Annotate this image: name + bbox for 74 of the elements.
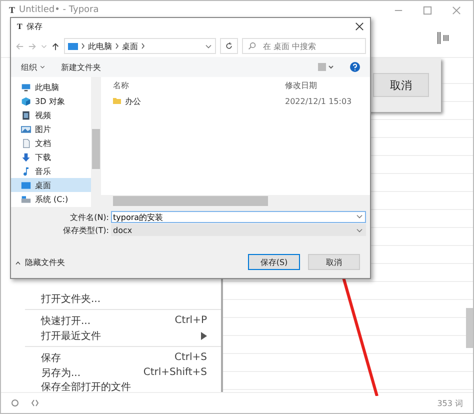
- refresh-icon: [225, 42, 233, 50]
- music-note-icon: [21, 166, 31, 176]
- breadcrumb-item[interactable]: 此电脑: [88, 40, 112, 52]
- search-icon: [248, 42, 256, 50]
- scrollbar-thumb[interactable]: [92, 129, 100, 169]
- toolbar-button[interactable]: 新建文件夹: [61, 62, 101, 72]
- view-options-icon[interactable]: [318, 63, 334, 71]
- forward-arrow-icon[interactable]: [28, 42, 37, 50]
- column-header[interactable]: 名称: [113, 80, 285, 90]
- chevron-right-icon: [81, 43, 85, 49]
- up-arrow-icon[interactable]: [51, 42, 60, 50]
- menu-item[interactable]: 另存为... Ctrl+Shift+S: [1, 365, 221, 380]
- close-icon[interactable]: [355, 22, 364, 31]
- refresh-button[interactable]: [220, 38, 238, 54]
- field-label: 文件名(N):: [69, 212, 110, 222]
- film-icon: [21, 110, 31, 120]
- download-icon: [21, 152, 31, 162]
- folder-tree-item[interactable]: 此电脑: [11, 80, 91, 94]
- computer-icon: [21, 82, 31, 92]
- cube-icon: [21, 96, 31, 106]
- folder-tree-item[interactable]: 桌面: [11, 178, 91, 192]
- folder-tree-item[interactable]: 下载: [11, 150, 91, 164]
- file-type-dropdown[interactable]: docx: [111, 224, 366, 236]
- dropdown-icon[interactable]: [41, 44, 47, 48]
- folder-tree-item[interactable]: 3D 对象: [11, 94, 91, 108]
- help-icon[interactable]: [350, 62, 360, 72]
- chevron-down-icon: [356, 228, 363, 232]
- file-name[interactable]: 办公: [125, 96, 141, 106]
- hide-folders-toggle[interactable]: 隐藏文件夹: [15, 257, 240, 270]
- cancel-button[interactable]: 取消: [373, 73, 429, 97]
- dialog-button[interactable]: 取消: [308, 254, 360, 270]
- window-title: Untitled• - Typora: [19, 5, 99, 15]
- chevron-down-icon: [356, 214, 363, 219]
- scrollbar-thumb[interactable]: [466, 308, 473, 348]
- toolbar-button[interactable]: 组织: [21, 62, 45, 72]
- menu-item[interactable]: 保存 Ctrl+S: [1, 350, 221, 365]
- picture-icon: [21, 124, 31, 134]
- caret-icon: [15, 260, 21, 264]
- modified-date: 2022/12/1 15:03: [285, 96, 353, 106]
- folder-icon: [113, 97, 121, 105]
- desktop-icon: [68, 42, 78, 50]
- caret-icon: [40, 65, 45, 69]
- search-field[interactable]: 在 桌面 中搜索: [242, 38, 366, 54]
- folder-tree-item[interactable]: 音乐: [11, 164, 91, 178]
- folder-tree-item[interactable]: 系统 (C:): [11, 192, 91, 206]
- chevron-right-icon: [141, 43, 145, 49]
- menu-item[interactable]: 打开最近文件: [1, 328, 221, 343]
- maximize-icon[interactable]: [423, 6, 432, 14]
- chevron-right-icon: [115, 43, 119, 49]
- scrollbar-thumb[interactable]: [113, 196, 268, 206]
- back-arrow-icon[interactable]: [15, 42, 24, 50]
- drive-icon: [21, 194, 31, 204]
- field-label: 保存类型(T):: [62, 224, 110, 236]
- desktop-icon: [21, 180, 31, 190]
- folder-tree-item[interactable]: 图片: [11, 122, 91, 136]
- breadcrumb-item[interactable]: 桌面: [122, 40, 138, 52]
- app-logo: T: [9, 5, 16, 15]
- address-bar[interactable]: 此电脑 桌面: [64, 38, 216, 54]
- file-name-field[interactable]: typora的安装: [111, 211, 366, 223]
- dialog-title: 保存: [26, 21, 42, 32]
- folder-tree-item[interactable]: 文档: [11, 136, 91, 150]
- columns-icon[interactable]: [437, 32, 451, 44]
- word-count: 353 词: [437, 398, 463, 408]
- chevron-down-icon: [205, 44, 212, 48]
- app-logo: T: [17, 22, 22, 31]
- menu-item[interactable]: 快速打开... Ctrl+P: [1, 313, 221, 328]
- code-icon[interactable]: [31, 399, 39, 407]
- document-icon: [21, 138, 31, 148]
- dialog-button[interactable]: 保存(S): [248, 254, 300, 270]
- circle-icon[interactable]: [11, 399, 19, 407]
- column-header[interactable]: 修改日期: [285, 80, 370, 90]
- folder-tree-item[interactable]: 视频: [11, 108, 91, 122]
- menu-item[interactable]: 保存全部打开的文件: [1, 380, 221, 392]
- menu-item[interactable]: 打开文件夹...: [1, 291, 221, 306]
